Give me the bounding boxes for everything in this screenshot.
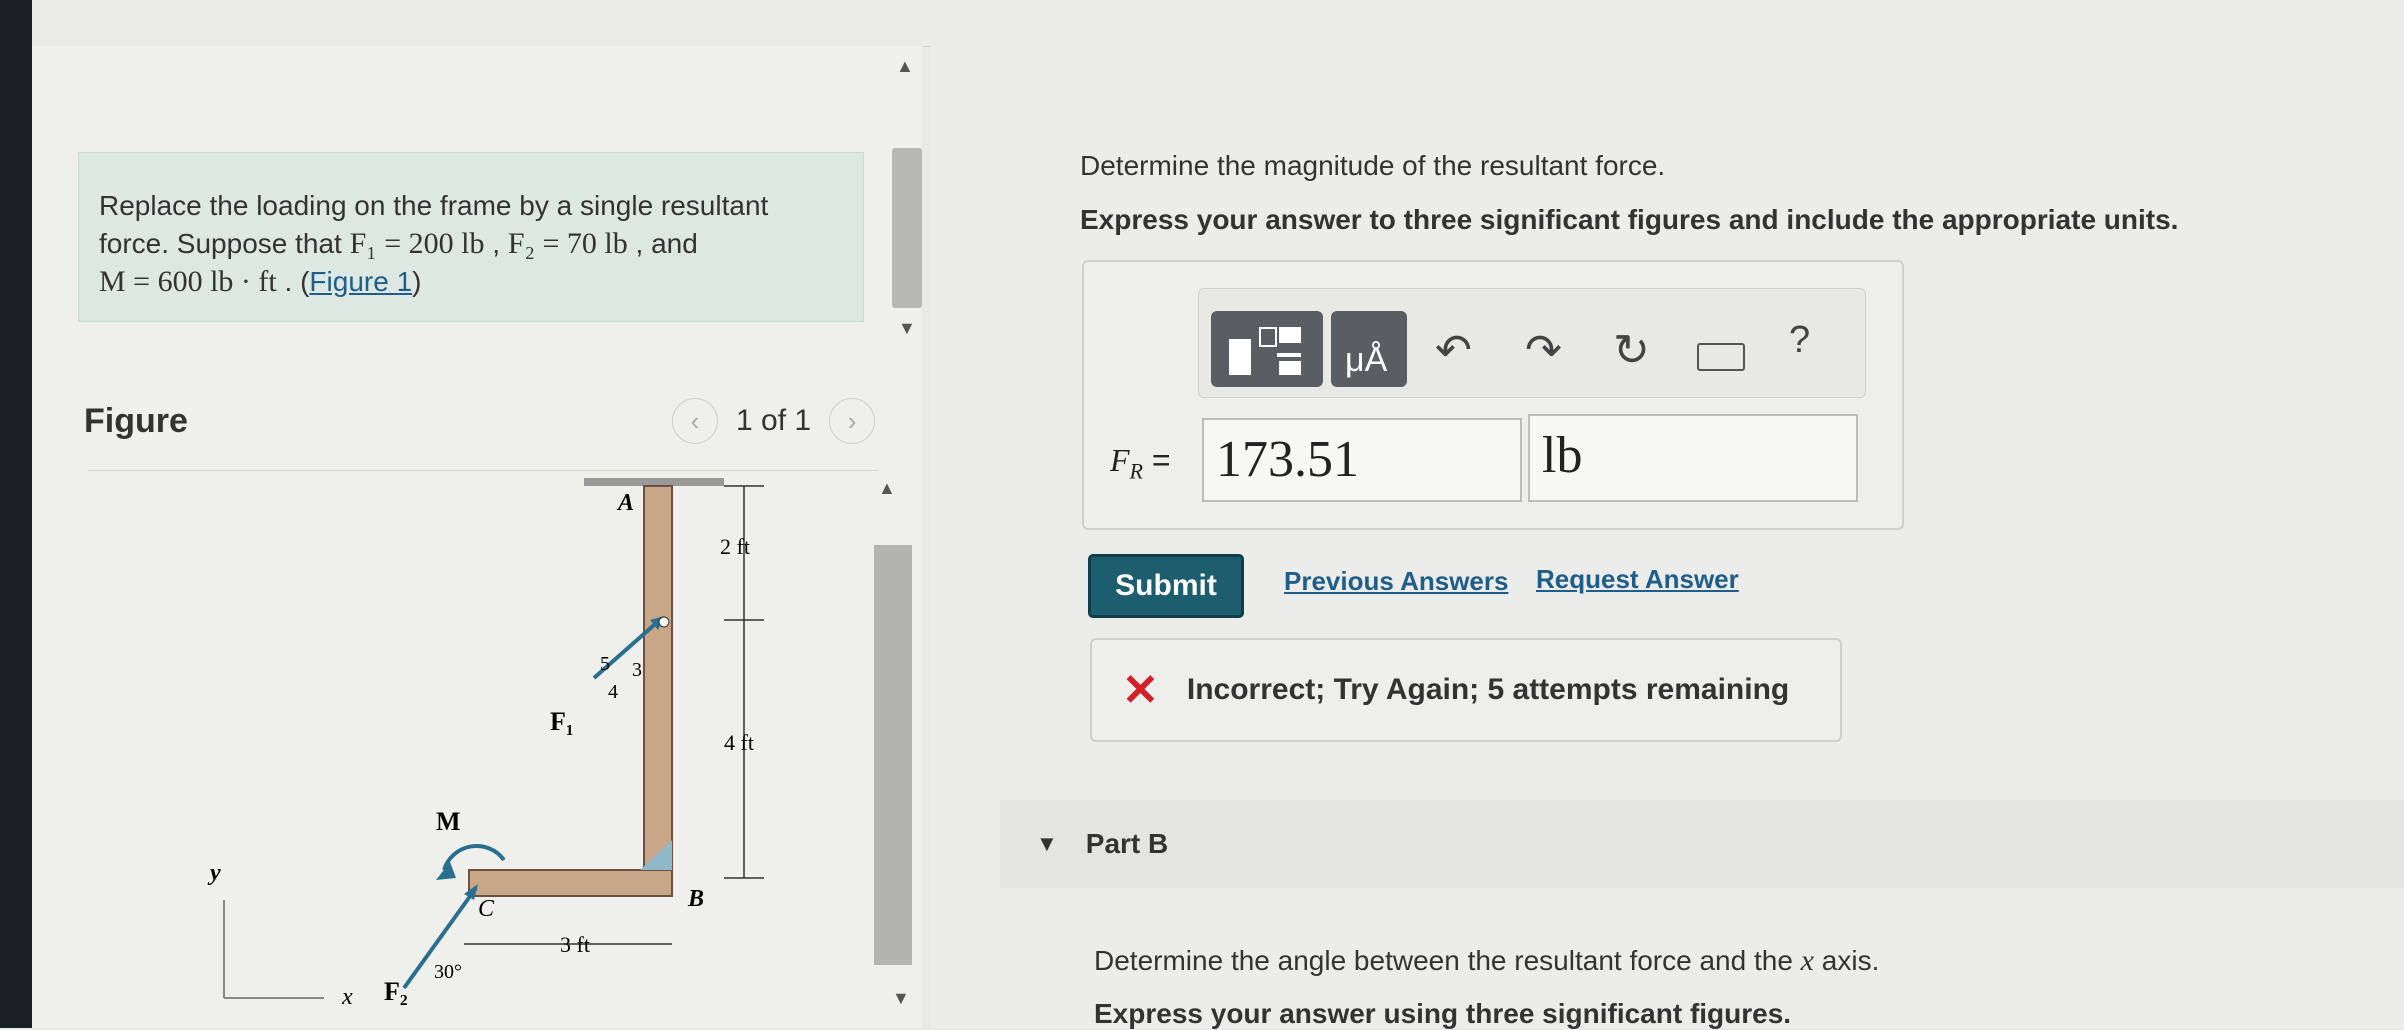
- tri-3: 3: [632, 659, 642, 681]
- label-f2: F₂: [384, 977, 408, 1006]
- problem-statement: Replace the loading on the frame by a si…: [78, 152, 864, 322]
- figure-scroll-up-arrow[interactable]: ▲: [878, 478, 896, 499]
- problem-line-2: force. Suppose that F₁ = 200 lb , F₂ = 7…: [99, 225, 843, 263]
- caret-down-icon[interactable]: ▼: [1036, 831, 1058, 857]
- f1-pin: [658, 616, 670, 628]
- label-a: A: [616, 490, 634, 516]
- scroll-up-arrow[interactable]: ▲: [896, 56, 914, 77]
- vertical-member: [643, 485, 673, 897]
- problem-line-1: Replace the loading on the frame by a si…: [99, 190, 769, 221]
- submit-button[interactable]: Submit: [1088, 554, 1244, 618]
- m-value: M = 600 lb · ft: [99, 265, 277, 298]
- dim-2ft: 2 ft: [720, 534, 750, 559]
- templates-icon[interactable]: [1211, 311, 1323, 387]
- units-icon[interactable]: μÅ: [1331, 311, 1407, 387]
- tri-5: 5: [600, 653, 610, 675]
- redo-icon[interactable]: ↷: [1525, 325, 1562, 376]
- x-variable: x: [1800, 944, 1814, 977]
- help-icon[interactable]: ?: [1789, 319, 1810, 362]
- figure-scroll-down-arrow[interactable]: ▼: [892, 988, 910, 1009]
- fr-subscript: R: [1129, 458, 1143, 484]
- top-strip: [32, 0, 2404, 47]
- value-input[interactable]: 173.51: [1202, 418, 1522, 502]
- undo-icon[interactable]: ↶: [1435, 325, 1472, 376]
- unit-input[interactable]: lb: [1528, 414, 1858, 502]
- tri-4: 4: [608, 681, 618, 703]
- part-b-header[interactable]: ▼ Part B: [1036, 828, 1168, 860]
- part-a-question: Determine the magnitude of the resultant…: [1080, 150, 1666, 181]
- f1-value: F₁ = 200 lb: [349, 227, 485, 260]
- fr-label: FR =: [1110, 442, 1171, 484]
- horizontal-member: [468, 869, 673, 897]
- label-angle: 30°: [434, 961, 462, 983]
- part-b-title: Part B: [1085, 828, 1169, 859]
- fr-symbol: F: [1110, 442, 1130, 478]
- part-b-question-text: Determine the angle between the resultan…: [1094, 945, 1801, 976]
- chevron-left-icon[interactable]: ‹: [672, 398, 718, 444]
- moment-arc: [442, 844, 506, 871]
- problem-line-3: M = 600 lb · ft . (Figure 1): [99, 263, 843, 301]
- problem-text: force. Suppose that: [99, 228, 350, 259]
- and-text: , and: [627, 228, 698, 259]
- dim-4ft: 4 ft: [724, 730, 754, 755]
- figure-scrollbar-thumb[interactable]: [874, 545, 912, 965]
- part-b-instruction: Express your answer using three signific…: [1094, 998, 1792, 1029]
- chevron-right-icon[interactable]: ›: [829, 398, 876, 444]
- figure-link[interactable]: Figure 1: [309, 266, 412, 297]
- figure-pager: ‹ 1 of 1 ›: [672, 398, 876, 444]
- frame-figure: A B C 2 ft 4 ft 3 ft 5 4 3 F₁ F₂ 30° M y…: [207, 478, 764, 1010]
- part-a-instruction: Express your answer to three significant…: [1080, 204, 2179, 235]
- label-f1: F₁: [550, 707, 574, 736]
- label-c: C: [478, 896, 495, 922]
- paren-open: . (: [276, 266, 310, 297]
- math-toolbar: μÅ ↶ ↷ ↻ ?: [1198, 288, 1866, 398]
- label-m: M: [436, 807, 461, 836]
- feedback-text: Incorrect; Try Again; 5 attempts remaini…: [1186, 673, 1790, 706]
- reset-icon[interactable]: ↻: [1613, 325, 1650, 376]
- request-answer-link[interactable]: Request Answer: [1536, 564, 1739, 595]
- paren-close: ): [412, 266, 422, 297]
- f2-value: F₂ = 70 lb: [507, 227, 628, 260]
- left-dark-border: [0, 0, 32, 1028]
- scrollbar-thumb[interactable]: [892, 148, 922, 308]
- label-x: x: [341, 984, 353, 1010]
- separator: ,: [484, 228, 508, 259]
- feedback-box: ✕ Incorrect; Try Again; 5 attempts remai…: [1090, 638, 1842, 742]
- label-y: y: [207, 860, 221, 886]
- part-b-header-band: [1000, 800, 2404, 888]
- pager-text: 1 of 1: [736, 404, 812, 437]
- part-b-question: Determine the angle between the resultan…: [1094, 944, 1879, 978]
- dim-3ft: 3 ft: [560, 932, 590, 957]
- label-b: B: [687, 886, 704, 912]
- error-x-icon: ✕: [1122, 665, 1159, 715]
- units-label: μÅ: [1345, 341, 1388, 379]
- figure-title: Figure: [84, 402, 188, 440]
- scroll-down-arrow[interactable]: ▼: [898, 318, 916, 339]
- keyboard-icon[interactable]: [1697, 343, 1745, 371]
- fr-equals: =: [1143, 442, 1171, 478]
- part-b-question-end: axis.: [1814, 945, 1880, 976]
- previous-answers-link[interactable]: Previous Answers: [1284, 566, 1508, 597]
